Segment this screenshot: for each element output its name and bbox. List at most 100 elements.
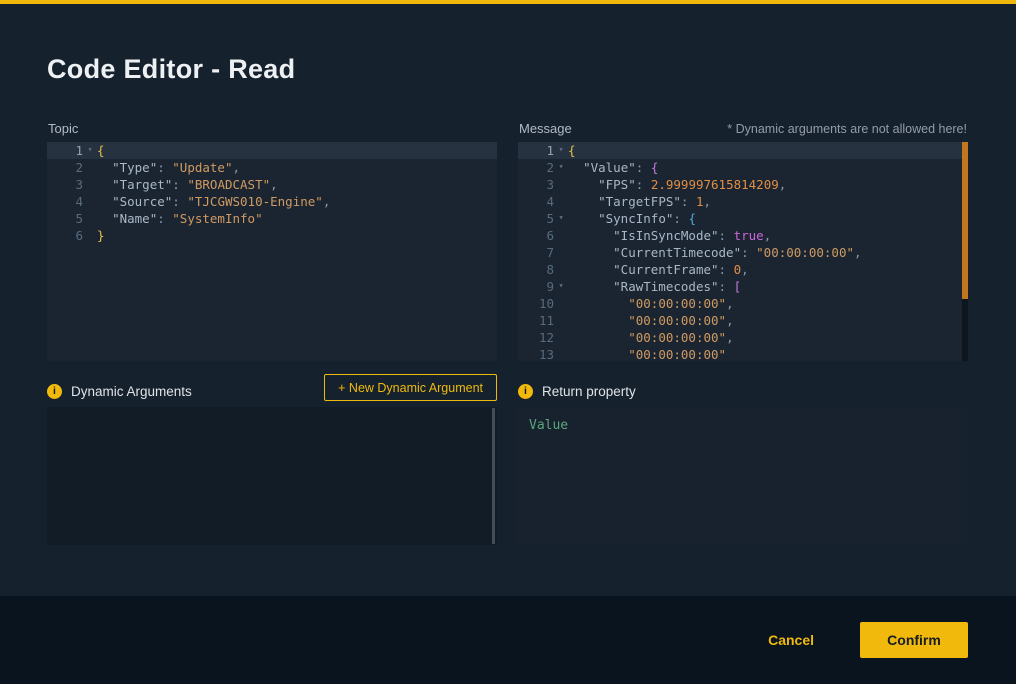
fold-arrow-icon[interactable]: ▾	[83, 142, 97, 159]
code-text: {	[97, 142, 497, 159]
fold-arrow-icon[interactable]: ▾	[554, 159, 568, 176]
line-number: 4	[526, 193, 554, 210]
code-line: 3 "Target": "BROADCAST",	[47, 176, 497, 193]
dynamic-arguments-label: Dynamic Arguments	[71, 384, 192, 399]
code-text: "FPS": 2.999997615814209,	[568, 176, 968, 193]
code-line: 5 "Name": "SystemInfo"	[47, 210, 497, 227]
line-number: 1	[526, 142, 554, 159]
info-icon	[47, 384, 62, 399]
code-line: 2 "Type": "Update",	[47, 159, 497, 176]
code-line: 13 "00:00:00:00"	[518, 346, 968, 361]
code-line: 4 "Source": "TJCGWS010-Engine",	[47, 193, 497, 210]
topic-label: Topic	[48, 121, 78, 136]
code-line: 1▾{	[518, 142, 968, 159]
topic-editor-lines: 1▾{2 "Type": "Update",3 "Target": "BROAD…	[47, 142, 497, 244]
fold-spacer	[554, 193, 568, 210]
code-line: 11 "00:00:00:00",	[518, 312, 968, 329]
line-number: 7	[526, 244, 554, 261]
line-number: 5	[526, 210, 554, 227]
fold-spacer	[554, 329, 568, 346]
topic-code-editor[interactable]: 1▾{2 "Type": "Update",3 "Target": "BROAD…	[47, 142, 497, 361]
line-number: 11	[526, 312, 554, 329]
code-text: "00:00:00:00"	[568, 346, 968, 361]
code-text: "CurrentTimecode": "00:00:00:00",	[568, 244, 968, 261]
dialog-footer: Cancel Confirm	[0, 596, 1016, 684]
dynamic-arguments-scrollbar[interactable]	[492, 408, 495, 544]
line-number: 4	[55, 193, 83, 210]
code-text: "CurrentFrame": 0,	[568, 261, 968, 278]
code-text: "TargetFPS": 1,	[568, 193, 968, 210]
code-text: "RawTimecodes": [	[568, 278, 968, 295]
new-dynamic-argument-button[interactable]: + New Dynamic Argument	[324, 374, 497, 401]
fold-spacer	[554, 261, 568, 278]
code-line: 9▾ "RawTimecodes": [	[518, 278, 968, 295]
info-icon	[518, 384, 533, 399]
code-text: "Name": "SystemInfo"	[97, 210, 497, 227]
code-text: "Type": "Update",	[97, 159, 497, 176]
accent-top-bar	[0, 0, 1016, 4]
code-text: "Source": "TJCGWS010-Engine",	[97, 193, 497, 210]
code-text: {	[568, 142, 968, 159]
return-property-panel[interactable]: Value	[518, 407, 968, 545]
code-line: 10 "00:00:00:00",	[518, 295, 968, 312]
dynamic-arguments-panel[interactable]	[47, 407, 497, 545]
fold-spacer	[83, 176, 97, 193]
code-line: 4 "TargetFPS": 1,	[518, 193, 968, 210]
code-text: "00:00:00:00",	[568, 329, 968, 346]
message-code-editor[interactable]: 1▾{2▾ "Value": {3 "FPS": 2.9999976158142…	[518, 142, 968, 361]
code-line: 8 "CurrentFrame": 0,	[518, 261, 968, 278]
message-label: Message	[519, 121, 572, 136]
return-property-value: Value	[529, 418, 568, 433]
fold-spacer	[83, 210, 97, 227]
cancel-button[interactable]: Cancel	[768, 632, 814, 648]
fold-spacer	[554, 176, 568, 193]
fold-spacer	[554, 295, 568, 312]
code-text: "Target": "BROADCAST",	[97, 176, 497, 193]
line-number: 3	[526, 176, 554, 193]
line-number: 8	[526, 261, 554, 278]
fold-spacer	[554, 227, 568, 244]
code-text: "SyncInfo": {	[568, 210, 968, 227]
message-editor-scrollbar[interactable]	[962, 142, 968, 361]
line-number: 6	[55, 227, 83, 244]
message-editor-lines: 1▾{2▾ "Value": {3 "FPS": 2.9999976158142…	[518, 142, 968, 361]
line-number: 3	[55, 176, 83, 193]
fold-arrow-icon[interactable]: ▾	[554, 210, 568, 227]
fold-spacer	[83, 227, 97, 244]
return-property-header: Return property	[518, 384, 636, 399]
line-number: 1	[55, 142, 83, 159]
line-number: 2	[55, 159, 83, 176]
code-line: 5▾ "SyncInfo": {	[518, 210, 968, 227]
fold-spacer	[83, 193, 97, 210]
fold-spacer	[554, 312, 568, 329]
code-line: 12 "00:00:00:00",	[518, 329, 968, 346]
page-title: Code Editor - Read	[47, 54, 295, 85]
code-text: "00:00:00:00",	[568, 295, 968, 312]
code-text: "00:00:00:00",	[568, 312, 968, 329]
code-line: 2▾ "Value": {	[518, 159, 968, 176]
fold-spacer	[554, 346, 568, 361]
line-number: 12	[526, 329, 554, 346]
line-number: 5	[55, 210, 83, 227]
fold-spacer	[83, 159, 97, 176]
code-text: "Value": {	[568, 159, 968, 176]
fold-arrow-icon[interactable]: ▾	[554, 142, 568, 159]
line-number: 10	[526, 295, 554, 312]
code-text: }	[97, 227, 497, 244]
line-number: 2	[526, 159, 554, 176]
fold-spacer	[554, 244, 568, 261]
line-number: 6	[526, 227, 554, 244]
dynamic-arguments-header: Dynamic Arguments	[47, 384, 192, 399]
line-number: 13	[526, 346, 554, 361]
line-number: 9	[526, 278, 554, 295]
dynamic-args-warning-note: * Dynamic arguments are not allowed here…	[727, 122, 967, 136]
return-property-label: Return property	[542, 384, 636, 399]
code-line: 3 "FPS": 2.999997615814209,	[518, 176, 968, 193]
code-line: 7 "CurrentTimecode": "00:00:00:00",	[518, 244, 968, 261]
code-text: "IsInSyncMode": true,	[568, 227, 968, 244]
confirm-button[interactable]: Confirm	[860, 622, 968, 658]
code-line: 1▾{	[47, 142, 497, 159]
scrollbar-thumb[interactable]	[962, 142, 968, 299]
code-line: 6}	[47, 227, 497, 244]
fold-arrow-icon[interactable]: ▾	[554, 278, 568, 295]
